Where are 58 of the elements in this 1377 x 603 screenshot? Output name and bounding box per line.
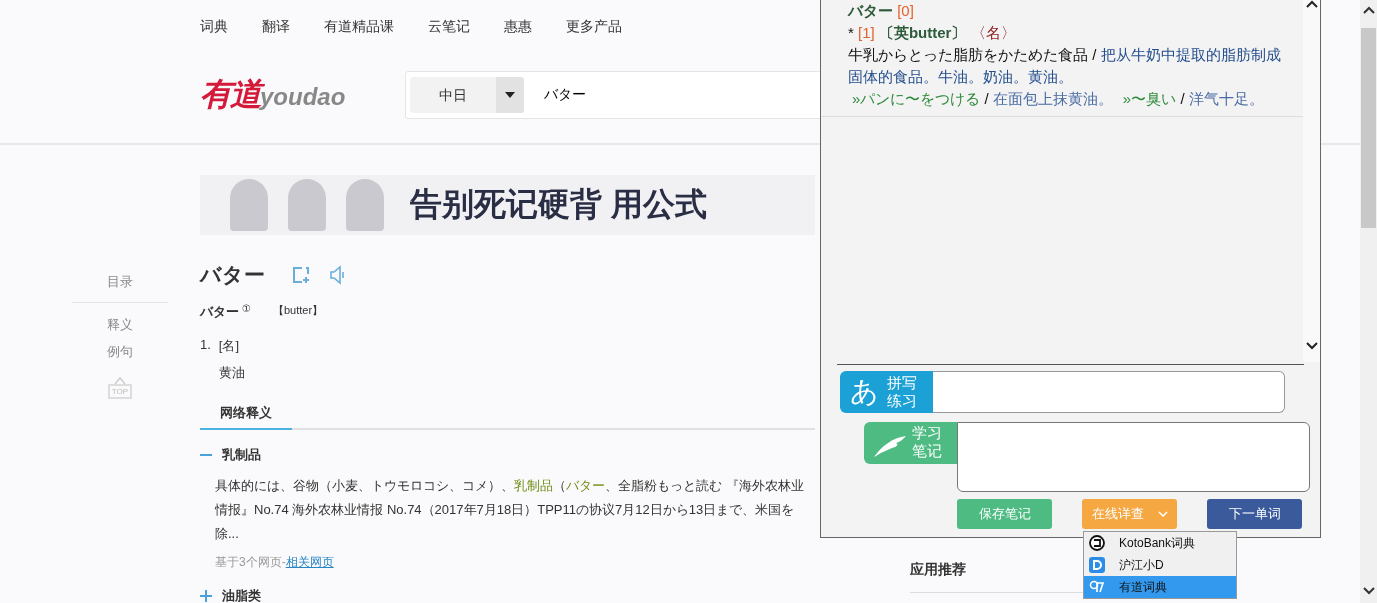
scroll-up-icon[interactable] bbox=[1362, 6, 1375, 14]
entry-index: [0] bbox=[897, 2, 914, 19]
web-definition-term: 乳制品 bbox=[222, 446, 261, 464]
nav-link[interactable]: 云笔记 bbox=[428, 18, 470, 38]
related-pages-link[interactable]: 相关网页 bbox=[285, 555, 334, 569]
menu-item[interactable]: KotoBank词典 bbox=[1084, 532, 1236, 554]
homonym-number: ① bbox=[242, 303, 251, 314]
web-definition-term: 油脂类 bbox=[222, 587, 261, 603]
sense-number: 1. bbox=[200, 337, 211, 354]
sense-number: [1] bbox=[858, 24, 875, 41]
nav-link[interactable]: 更多产品 bbox=[566, 18, 622, 38]
page-scrollbar[interactable] bbox=[1360, 0, 1377, 603]
scroll-up-icon[interactable] bbox=[1305, 0, 1318, 8]
person-photo-placeholder bbox=[288, 179, 326, 231]
dictionary-logo-icon bbox=[1089, 579, 1105, 595]
menu-item[interactable]: 有道词典 bbox=[1084, 576, 1236, 598]
language-select[interactable]: 中日 bbox=[410, 77, 496, 113]
circle-logo-icon bbox=[1089, 535, 1105, 551]
toc-link[interactable]: 释义 bbox=[107, 316, 133, 334]
caret-icon bbox=[505, 92, 515, 98]
headword: バター bbox=[200, 262, 265, 288]
word-origin: 【butter】 bbox=[272, 303, 324, 318]
scroll-down-icon[interactable] bbox=[1305, 342, 1318, 350]
ad-banner[interactable]: 告别死记硬背 用公式 bbox=[200, 175, 815, 235]
toc-title: 目录 bbox=[72, 273, 168, 303]
study-notes-label: 学习笔记 bbox=[864, 422, 957, 464]
nav-link[interactable]: 惠惠 bbox=[504, 18, 532, 38]
search-field[interactable]: バター bbox=[542, 86, 846, 104]
sense-marker: * bbox=[848, 24, 854, 41]
arrow-up-icon bbox=[114, 376, 126, 384]
part-of-speech: 〈名〉 bbox=[970, 24, 1016, 41]
toc-link[interactable]: 例句 bbox=[107, 343, 133, 361]
source-note: 基于3个网页- bbox=[215, 555, 286, 569]
web-definition-text: 具体的には、谷物（小麦、トウモロコシ、コメ）、乳制品（バター、全脂粉もっと読む 『海外农林业情报』No.74 海外农林业情报 No.74（2017年7月18日）TPP11の协议7月12日から13日まで、米国を除... bbox=[215, 477, 805, 543]
example-sentences: »パンに〜をつける / 在面包上抹黄油。 »〜臭い / 洋气十足。 bbox=[851, 89, 1265, 109]
speaker-icon[interactable] bbox=[329, 265, 345, 285]
definition-text: 牛乳からとった脂肪をかためた食品 / 把从牛奶中提取的脂肪制成固体的食品。牛油。奶油。黄油。 bbox=[848, 45, 1282, 87]
banner-headline: 告别死记硬背 用公式 bbox=[410, 185, 707, 224]
person-photo-placeholder bbox=[230, 179, 268, 231]
expand-icon[interactable] bbox=[200, 590, 212, 602]
scroll-down-icon[interactable] bbox=[1362, 587, 1375, 595]
letter-d-logo-icon bbox=[1089, 557, 1105, 573]
person-photo-placeholder bbox=[346, 179, 384, 231]
part-of-speech: [名] bbox=[218, 337, 241, 355]
spelling-input-field[interactable] bbox=[933, 371, 1285, 413]
chevron-down-icon bbox=[1157, 511, 1168, 517]
reading: バター bbox=[200, 303, 239, 321]
next-word-button[interactable]: 下一单词 bbox=[1207, 499, 1302, 529]
notes-input-field[interactable] bbox=[957, 422, 1310, 492]
nav-link[interactable]: 词典 bbox=[200, 18, 228, 38]
word-origin: 〔英butter〕 bbox=[878, 24, 967, 41]
section-tab[interactable]: 网络释义 bbox=[200, 404, 292, 430]
add-to-wordbook-icon[interactable] bbox=[291, 265, 311, 285]
sense-meaning: 黄油 bbox=[218, 364, 245, 382]
nav-link[interactable]: 翻译 bbox=[262, 18, 290, 38]
entry-word: バター bbox=[848, 2, 893, 19]
nav-link[interactable]: 有道精品课 bbox=[324, 18, 394, 38]
language-caret-button[interactable] bbox=[496, 77, 524, 113]
